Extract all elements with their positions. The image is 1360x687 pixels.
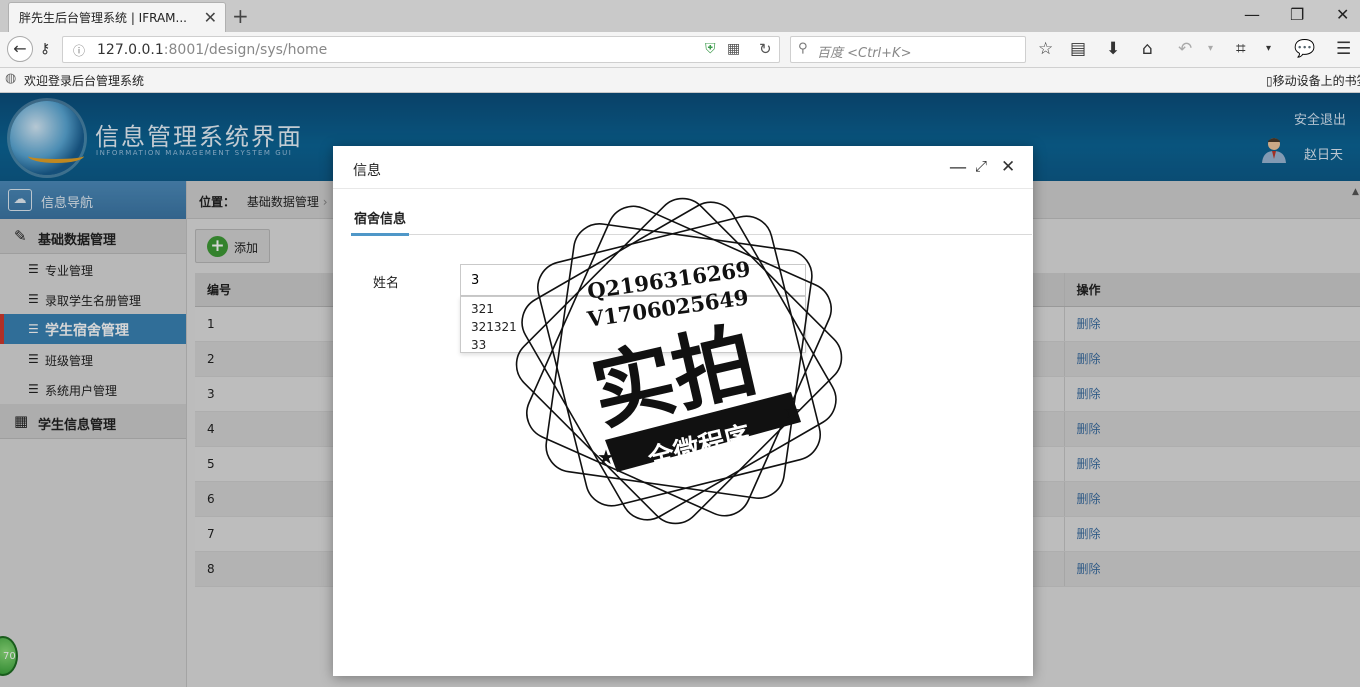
new-tab-icon[interactable]: + — [232, 4, 249, 28]
restore-window-icon[interactable]: ❐ — [1290, 5, 1304, 24]
menu-icon[interactable]: ☰ — [1336, 39, 1351, 59]
browser-tab-bar: 胖先生后台管理系统 | IFRAM... ✕ + — ❐ ✕ — [0, 0, 1360, 32]
globe-icon: ◍ — [5, 71, 17, 86]
minimize-window-icon[interactable]: — — [1244, 5, 1260, 24]
name-label: 姓名 — [373, 276, 400, 291]
back-icon[interactable]: ← — [7, 36, 33, 62]
info-modal: 信息 — ⤢ ✕ 宿舍信息 姓名 321 321321 33 — [333, 146, 1033, 676]
search-icon: ⚲ — [798, 41, 808, 56]
chevron-down-icon[interactable]: ▾ — [1266, 39, 1271, 59]
reload-icon[interactable]: ↻ — [759, 40, 772, 58]
url-bar[interactable]: ⓘ 127.0.0.1:8001/design/sys/home ⛨ ▦ ↻ — [62, 36, 780, 63]
close-tab-icon[interactable]: ✕ — [204, 8, 217, 27]
qrcode-icon[interactable]: ▦ — [727, 41, 740, 57]
close-window-icon[interactable]: ✕ — [1336, 5, 1349, 24]
chevron-down-icon[interactable]: ▾ — [1208, 39, 1213, 59]
star-icon[interactable]: ☆ — [1038, 39, 1053, 59]
minimize-icon[interactable]: — — [949, 157, 967, 178]
tab-dorm-info[interactable]: 宿舍信息 — [351, 208, 410, 236]
bookmark-item[interactable]: 欢迎登录后台管理系统 — [24, 72, 144, 89]
reading-list-icon[interactable]: ▤ — [1070, 39, 1086, 59]
modal-tabs: 宿舍信息 — [351, 208, 1032, 236]
name-input[interactable] — [460, 264, 806, 296]
phone-icon: ▯ — [1266, 74, 1273, 88]
autocomplete-item[interactable]: 33 — [461, 336, 805, 354]
key-icon[interactable]: ⚷ — [40, 39, 50, 59]
shield-icon[interactable]: ⛨ — [705, 41, 716, 57]
search-placeholder: 百度 <Ctrl+K> — [817, 46, 912, 61]
autocomplete-item[interactable]: 321 — [461, 300, 805, 318]
mobile-bookmarks[interactable]: ▯移动设备上的书签 — [1266, 72, 1360, 89]
maximize-icon[interactable]: ⤢ — [975, 157, 987, 175]
undo-icon[interactable]: ↶ — [1178, 39, 1192, 59]
autocomplete-item[interactable]: 321321 — [461, 318, 805, 336]
download-icon[interactable]: ⬇ — [1106, 39, 1120, 59]
autocomplete-list: 321 321321 33 — [460, 296, 806, 353]
info-icon[interactable]: ⓘ — [73, 42, 85, 59]
browser-tab[interactable]: 胖先生后台管理系统 | IFRAM... ✕ — [8, 2, 226, 32]
close-icon[interactable]: ✕ — [1001, 157, 1015, 177]
modal-header: 信息 — ⤢ ✕ — [333, 146, 1033, 189]
url-text: 127.0.0.1:8001/design/sys/home — [97, 42, 328, 58]
tab-title: 胖先生后台管理系统 | IFRAM... — [19, 11, 187, 25]
chat-icon[interactable]: 💬 — [1294, 39, 1315, 59]
crop-icon[interactable]: ⌗ — [1236, 39, 1246, 59]
modal-title: 信息 — [353, 163, 381, 179]
home-icon[interactable]: ⌂ — [1142, 39, 1153, 59]
search-bar[interactable]: ⚲ 百度 <Ctrl+K> — [790, 36, 1026, 63]
bookmark-bar: ◍ 欢迎登录后台管理系统 ▯移动设备上的书签 — [0, 68, 1360, 93]
browser-nav-bar: ← ⚷ ⓘ 127.0.0.1:8001/design/sys/home ⛨ ▦… — [0, 32, 1360, 68]
